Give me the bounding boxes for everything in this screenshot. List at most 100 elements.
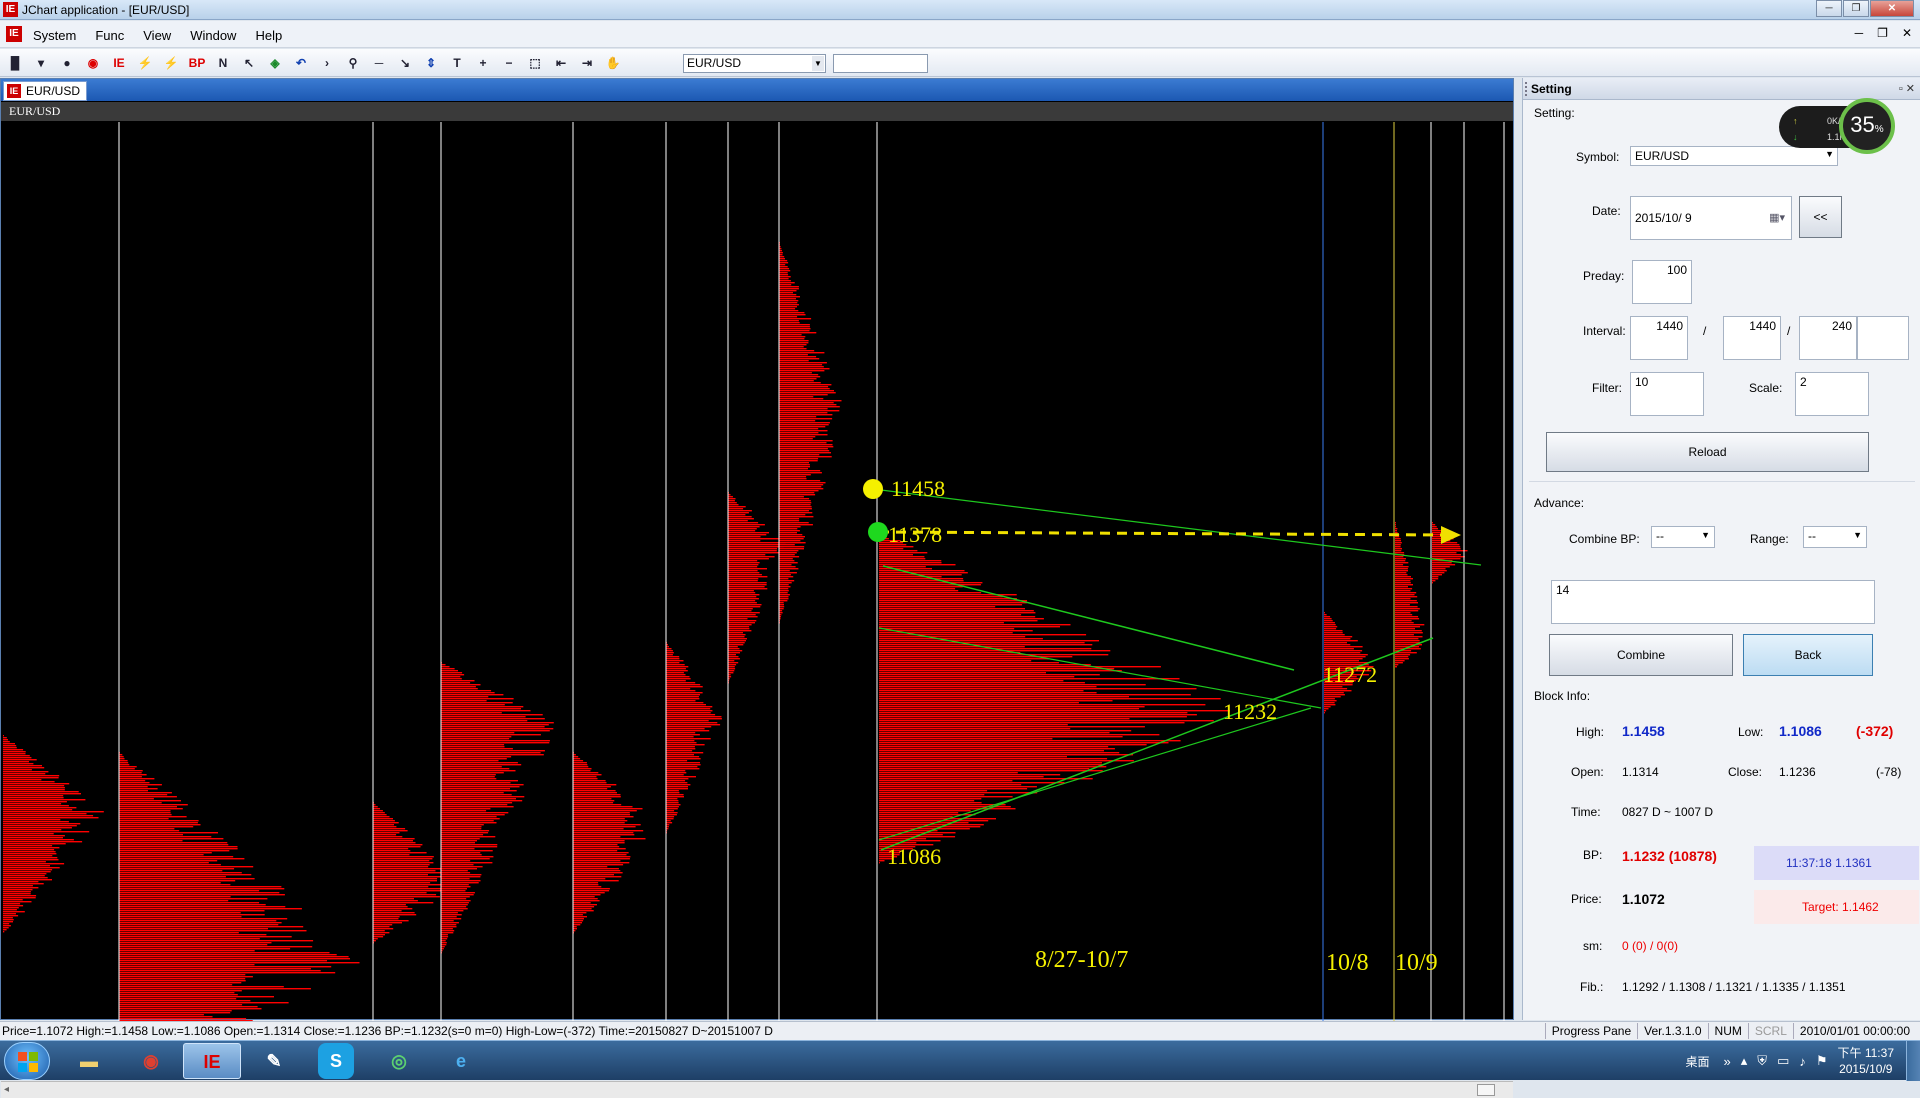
restore-button[interactable]: ❐ [1843, 0, 1869, 17]
text-tool-icon[interactable]: T [446, 53, 468, 73]
n-tool-icon[interactable]: N [212, 53, 234, 73]
notepad-task-icon[interactable]: ✎ [245, 1043, 303, 1079]
profile-bar [879, 552, 928, 554]
tab-eurusd[interactable]: IE EUR/USD [3, 81, 88, 101]
mdi-close-button[interactable]: ✕ [1902, 26, 1912, 40]
tray-chevron-icon[interactable]: » [1724, 1054, 1731, 1069]
jchart-task-icon[interactable]: IE [183, 1043, 241, 1079]
profile-bar [3, 917, 13, 919]
market-profile-chart[interactable]: 11458 11378 11086 11232 11272 8/27-10/7 … [1, 122, 1513, 1080]
minimize-button[interactable]: ─ [1816, 0, 1842, 17]
scroll-right-icon[interactable]: ⇥ [576, 53, 598, 73]
profile-bar [1324, 634, 1345, 636]
profile-bar [728, 500, 735, 502]
profile-bar [119, 882, 221, 884]
combine-text-input[interactable]: 14 [1551, 580, 1875, 624]
calendar-icon[interactable]: ▦▾ [1769, 211, 1785, 224]
network-task-icon[interactable]: ◎ [370, 1043, 428, 1079]
zoom-in-icon[interactable]: + [472, 53, 494, 73]
profile-bar [779, 546, 805, 548]
horizontal-scrollbar[interactable]: ◂ [1, 1081, 1513, 1098]
clock[interactable]: 下午 11:37 2015/10/9 [1838, 1045, 1894, 1077]
profile-bar [666, 678, 691, 680]
menu-view[interactable]: View [143, 28, 171, 43]
filter-input[interactable]: 10 [1630, 372, 1704, 416]
mid-marker[interactable] [868, 522, 888, 542]
horizontal-line-icon[interactable]: ─ [368, 53, 390, 73]
panel-float-button[interactable]: ▫ [1899, 83, 1903, 95]
profile-bar [666, 784, 691, 786]
zoom-icon[interactable]: ⚲ [342, 53, 364, 73]
range-select[interactable]: -- ▼ [1803, 526, 1867, 548]
annot-range-main: 8/27-10/7 [1035, 947, 1128, 973]
pointer-icon[interactable]: ↖ [238, 53, 260, 73]
interval-input-4[interactable] [1857, 316, 1909, 360]
ie-task-icon[interactable]: e [432, 1043, 490, 1079]
profile-bar [779, 486, 822, 488]
record-icon[interactable]: ● [56, 53, 78, 73]
volume-icon[interactable]: ♪ [1799, 1054, 1806, 1069]
show-desktop-button[interactable] [1906, 1041, 1920, 1081]
desktop-label[interactable]: 桌面 [1686, 1053, 1710, 1070]
hand-icon[interactable]: ✋ [602, 53, 624, 73]
panel-close-button[interactable]: ✕ [1906, 83, 1915, 95]
scroll-left-icon[interactable]: ⇤ [550, 53, 572, 73]
scroll-thumb[interactable] [1477, 1084, 1495, 1096]
profile-bar [1395, 666, 1397, 668]
profile-bar [1324, 628, 1337, 630]
prev-date-button[interactable]: << [1799, 196, 1842, 238]
monitor-icon[interactable]: ▭ [1777, 1053, 1789, 1069]
back-button[interactable]: Back [1743, 634, 1873, 676]
profile-bar [119, 758, 125, 760]
bp-icon[interactable]: BP [186, 53, 208, 73]
tray-arrow-icon[interactable]: ▴ [1741, 1053, 1748, 1069]
preday-input[interactable]: 100 [1632, 260, 1692, 304]
layers-icon[interactable]: ◈ [264, 53, 286, 73]
menu-func[interactable]: Func [95, 28, 124, 43]
zoom-out-icon[interactable]: − [498, 53, 520, 73]
profile-bar [779, 414, 833, 416]
chrome-task-icon[interactable]: ◉ [122, 1043, 180, 1079]
date-picker[interactable]: 2015/10/ 9 ▦▾ [1630, 196, 1792, 240]
menu-window[interactable]: Window [190, 28, 236, 43]
symbol-select[interactable]: EUR/USD ▼ [683, 54, 826, 73]
grip-icon[interactable] [1525, 82, 1528, 96]
scale-input[interactable]: 2 [1795, 372, 1869, 416]
dropdown-arrow-icon[interactable]: ▾ [30, 53, 52, 73]
high-marker[interactable] [863, 479, 883, 499]
flag-icon[interactable]: ⚑ [1816, 1053, 1828, 1069]
lightning-red-icon[interactable]: ⚡ [160, 53, 182, 73]
trend-line-icon[interactable]: ↘ [394, 53, 416, 73]
combine-button[interactable]: Combine [1549, 634, 1733, 676]
interval-input-1[interactable]: 1440 [1630, 316, 1688, 360]
skype-task-icon[interactable]: S [318, 1043, 354, 1079]
stop-icon[interactable]: ◉ [82, 53, 104, 73]
bar-chart-icon[interactable]: ▐▌ [4, 53, 26, 73]
select-rect-icon[interactable]: ⬚ [524, 53, 546, 73]
close-button[interactable]: ✕ [1870, 0, 1914, 17]
toolbar-input[interactable] [833, 54, 928, 73]
shield-icon[interactable]: ⛨ [1757, 1053, 1767, 1069]
interval-input-2[interactable]: 1440 [1723, 316, 1781, 360]
interval-input-3[interactable]: 240 [1799, 316, 1857, 360]
menu-help[interactable]: Help [255, 28, 282, 43]
profile-bar [119, 756, 124, 758]
menu-system[interactable]: System [33, 28, 76, 43]
profile-bar [779, 606, 785, 608]
app-logo-icon[interactable]: IE [108, 53, 130, 73]
lightning-yellow-icon[interactable]: ⚡ [134, 53, 156, 73]
network-speed-widget[interactable]: ↑ 0K/s ↓ 1.1K/s 35% [1779, 98, 1897, 154]
mdi-minimize-button[interactable]: ─ [1855, 26, 1864, 40]
explorer-task-icon[interactable]: ▬ [60, 1043, 118, 1079]
preday-label: Preday: [1583, 269, 1625, 283]
profile-bar [1324, 638, 1351, 640]
combine-bp-select[interactable]: -- ▼ [1651, 526, 1715, 548]
mdi-restore-button[interactable]: ❐ [1877, 26, 1888, 40]
app-menu-icon[interactable]: IE [6, 26, 22, 42]
next-icon[interactable]: › [316, 53, 338, 73]
reload-button[interactable]: Reload [1546, 432, 1869, 472]
undo-icon[interactable]: ↶ [290, 53, 312, 73]
vertical-arrows-icon[interactable]: ⇕ [420, 53, 442, 73]
scroll-left-arrow-icon[interactable]: ◂ [4, 1084, 9, 1095]
start-button[interactable] [4, 1042, 50, 1080]
